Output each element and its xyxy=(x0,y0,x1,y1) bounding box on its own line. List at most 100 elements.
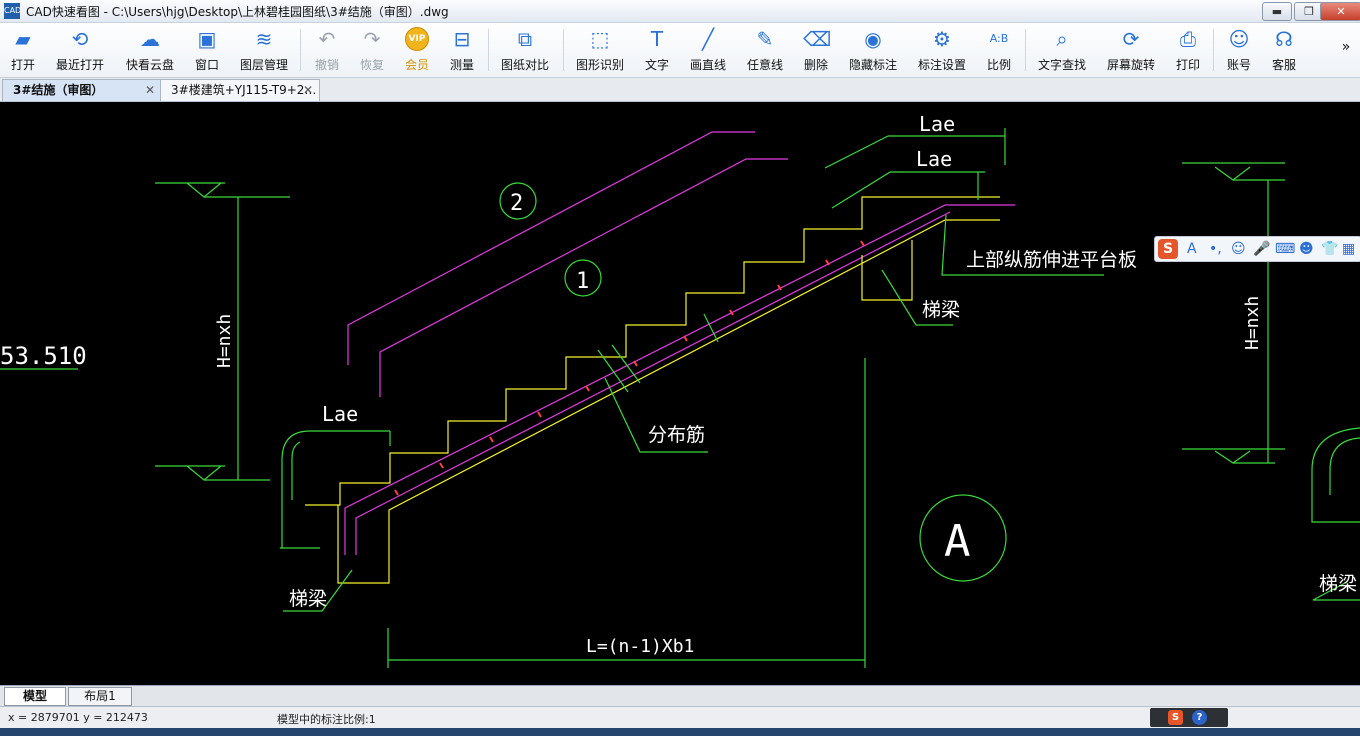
redo-icon: ↷ xyxy=(363,27,381,51)
axis-a-label: A xyxy=(944,516,971,567)
document-tab-bar: 3#结施（审图） ✕ 3#楼建筑+YJ115-T9+2… ✕ xyxy=(0,78,1360,102)
search-icon: ⌕ xyxy=(1056,27,1068,51)
layers-icon: ≋ xyxy=(255,27,273,51)
measure-button[interactable]: ⊟ 测量 xyxy=(443,25,481,75)
window-icon: ▣ xyxy=(197,27,217,51)
distribution-bar-label: 分布筋 xyxy=(648,424,705,446)
ime-floating-bar[interactable]: S A •, ☺ 🎤 ⌨ ☻ 👕 ▦ xyxy=(1154,236,1360,262)
pen-icon: ✎ xyxy=(756,27,774,51)
freehand-button[interactable]: ✎ 任意线 xyxy=(743,25,787,75)
vip-button[interactable]: VIP 会员 xyxy=(398,25,436,75)
scale-icon: A:B xyxy=(989,32,1009,45)
printer-icon: ⎙ xyxy=(1180,27,1196,51)
stair-slab-bottom xyxy=(337,219,1000,584)
eye-icon: ◉ xyxy=(864,27,882,51)
minimize-button[interactable]: ▬ xyxy=(1262,2,1292,21)
open-button[interactable]: ▰ 打开 xyxy=(4,25,42,75)
tab-layout-1[interactable]: 布局1 xyxy=(68,687,132,706)
headset-icon: ☊ xyxy=(1275,27,1293,51)
toolbar-overflow-button[interactable]: » xyxy=(1336,25,1356,75)
window-button[interactable]: ▣ 窗口 xyxy=(188,25,226,75)
undo-icon: ↶ xyxy=(318,27,336,51)
ime-tools-icon[interactable]: ▦ xyxy=(1342,240,1355,258)
ime-skin-icon[interactable]: 👕 xyxy=(1321,240,1338,258)
close-button[interactable]: ✕ xyxy=(1320,2,1360,21)
left-height-dimension: H=nxh xyxy=(214,314,235,368)
cloud-disk-button[interactable]: ☁ 快看云盘 xyxy=(122,25,178,75)
lae-label-top-1: Lae xyxy=(919,112,955,136)
title-bar: CAD CAD快速看图 - C:\Users\hjg\Desktop\上林碧桂园… xyxy=(0,0,1360,23)
eraser-icon: ⌫ xyxy=(803,27,832,51)
tab-3-architecture[interactable]: 3#楼建筑+YJ115-T9+2… ✕ xyxy=(160,79,320,101)
rotate-icon: ⟳ xyxy=(1122,27,1140,51)
user-icon: ☺ xyxy=(1228,27,1250,51)
delete-button[interactable]: ⌫ 删除 xyxy=(797,25,835,75)
beam-label-right: 梯梁 xyxy=(922,299,960,321)
ime-user-icon[interactable]: ☻ xyxy=(1299,240,1314,258)
beam-label-left: 梯梁 xyxy=(289,588,327,610)
ruler-icon: ⊟ xyxy=(453,27,471,51)
redo-button[interactable]: ↷ 恢复 xyxy=(353,25,391,75)
shape-icon: ⬚ xyxy=(590,27,610,51)
stair-section-drawing: Lae Lae Lae 2 1 A 53.510 L=(n-1)Xb1 H=nx… xyxy=(0,112,1360,668)
annotation-scale: 模型中的标注比例:1 xyxy=(277,713,376,726)
text-icon: T xyxy=(650,27,664,51)
callout-2-label: 2 xyxy=(510,191,523,216)
right-beam xyxy=(861,240,913,301)
annotation-settings-button[interactable]: ⚙ 标注设置 xyxy=(913,25,971,75)
drawing-canvas[interactable]: Lae Lae Lae 2 1 A 53.510 L=(n-1)Xb1 H=nx… xyxy=(0,102,1360,685)
vip-icon: VIP xyxy=(405,27,429,51)
ime-lang-icon[interactable]: A xyxy=(1187,240,1197,258)
settings-icon: ⚙ xyxy=(933,27,951,51)
lae-label-top-2: Lae xyxy=(916,147,952,171)
length-dimension: L=(n-1)Xb1 xyxy=(586,636,694,657)
screen-rotate-button[interactable]: ⟳ 屏幕旋转 xyxy=(1102,25,1160,75)
line-icon: ╱ xyxy=(701,27,715,51)
cursor-coordinates: x = 2879701 y = 212473 xyxy=(8,711,148,724)
taskbar xyxy=(0,728,1360,736)
elevation-value: 53.510 xyxy=(0,342,87,370)
layout-tab-bar: 模型 布局1 xyxy=(0,685,1360,706)
ime-punct-icon[interactable]: •, xyxy=(1209,240,1222,258)
draw-line-button[interactable]: ╱ 画直线 xyxy=(686,25,730,75)
stair-steps xyxy=(305,196,1000,506)
scale-button[interactable]: A:B 比例 xyxy=(980,25,1018,75)
folder-icon: ▰ xyxy=(15,27,31,51)
beam-label-far-right: 梯梁 xyxy=(1319,573,1357,595)
top-rebar-note: 上部纵筋伸进平台板 xyxy=(966,249,1137,271)
print-button[interactable]: ⎙ 打印 xyxy=(1169,25,1207,75)
layer-manager-button[interactable]: ≋ 图层管理 xyxy=(236,25,292,75)
compare-button[interactable]: ⧉ 图纸对比 xyxy=(496,25,554,75)
support-button[interactable]: ☊ 客服 xyxy=(1265,25,1303,75)
undo-button[interactable]: ↶ 撤销 xyxy=(308,25,346,75)
app-icon: CAD xyxy=(4,3,21,19)
text-button[interactable]: T 文字 xyxy=(638,25,676,75)
ime-keyboard-icon[interactable]: ⌨ xyxy=(1275,240,1295,258)
ime-voice-icon[interactable]: 🎤 xyxy=(1253,240,1270,258)
shape-recognize-button[interactable]: ⬚ 图形识别 xyxy=(571,25,629,75)
hide-annotation-button[interactable]: ◉ 隐藏标注 xyxy=(844,25,902,75)
text-search-button[interactable]: ⌕ 文字查找 xyxy=(1033,25,1091,75)
close-icon[interactable]: ✕ xyxy=(303,80,313,101)
help-icon[interactable]: ? xyxy=(1192,710,1207,725)
status-bar: x = 2879701 y = 212473 模型中的标注比例:1 S ? xyxy=(0,706,1360,729)
left-hook-bar xyxy=(281,430,390,548)
rebar-2 xyxy=(347,131,755,365)
recent-open-button[interactable]: ⟲ 最近打开 xyxy=(52,25,108,75)
sogou-icon[interactable]: S xyxy=(1158,239,1178,259)
main-toolbar: ▰ 打开 ⟲ 最近打开 ☁ 快看云盘 ▣ 窗口 ≋ 图层管理 ↶ 撤销 ↷ 恢复 VIP 会员 … xyxy=(0,23,1360,78)
main-rebar-top xyxy=(344,204,1015,555)
sogou-tray-icon[interactable]: S xyxy=(1168,710,1183,725)
tab-model[interactable]: 模型 xyxy=(4,687,66,706)
cloud-icon: ☁ xyxy=(140,27,160,51)
account-button[interactable]: ☺ 账号 xyxy=(1220,25,1258,75)
ime-tray[interactable]: S ? xyxy=(1150,708,1228,727)
window-title: CAD快速看图 - C:\Users\hjg\Desktop\上林碧桂园图纸\3… xyxy=(26,5,449,19)
tab-3-structure[interactable]: 3#结施（审图） ✕ xyxy=(2,79,162,101)
ime-emoji-icon[interactable]: ☺ xyxy=(1231,240,1246,258)
close-icon[interactable]: ✕ xyxy=(145,80,155,101)
lae-label-left: Lae xyxy=(322,402,358,426)
callout-1-label: 1 xyxy=(576,269,589,294)
right-height-dimension: H=nxh xyxy=(1242,296,1263,350)
clock-icon: ⟲ xyxy=(71,27,89,51)
